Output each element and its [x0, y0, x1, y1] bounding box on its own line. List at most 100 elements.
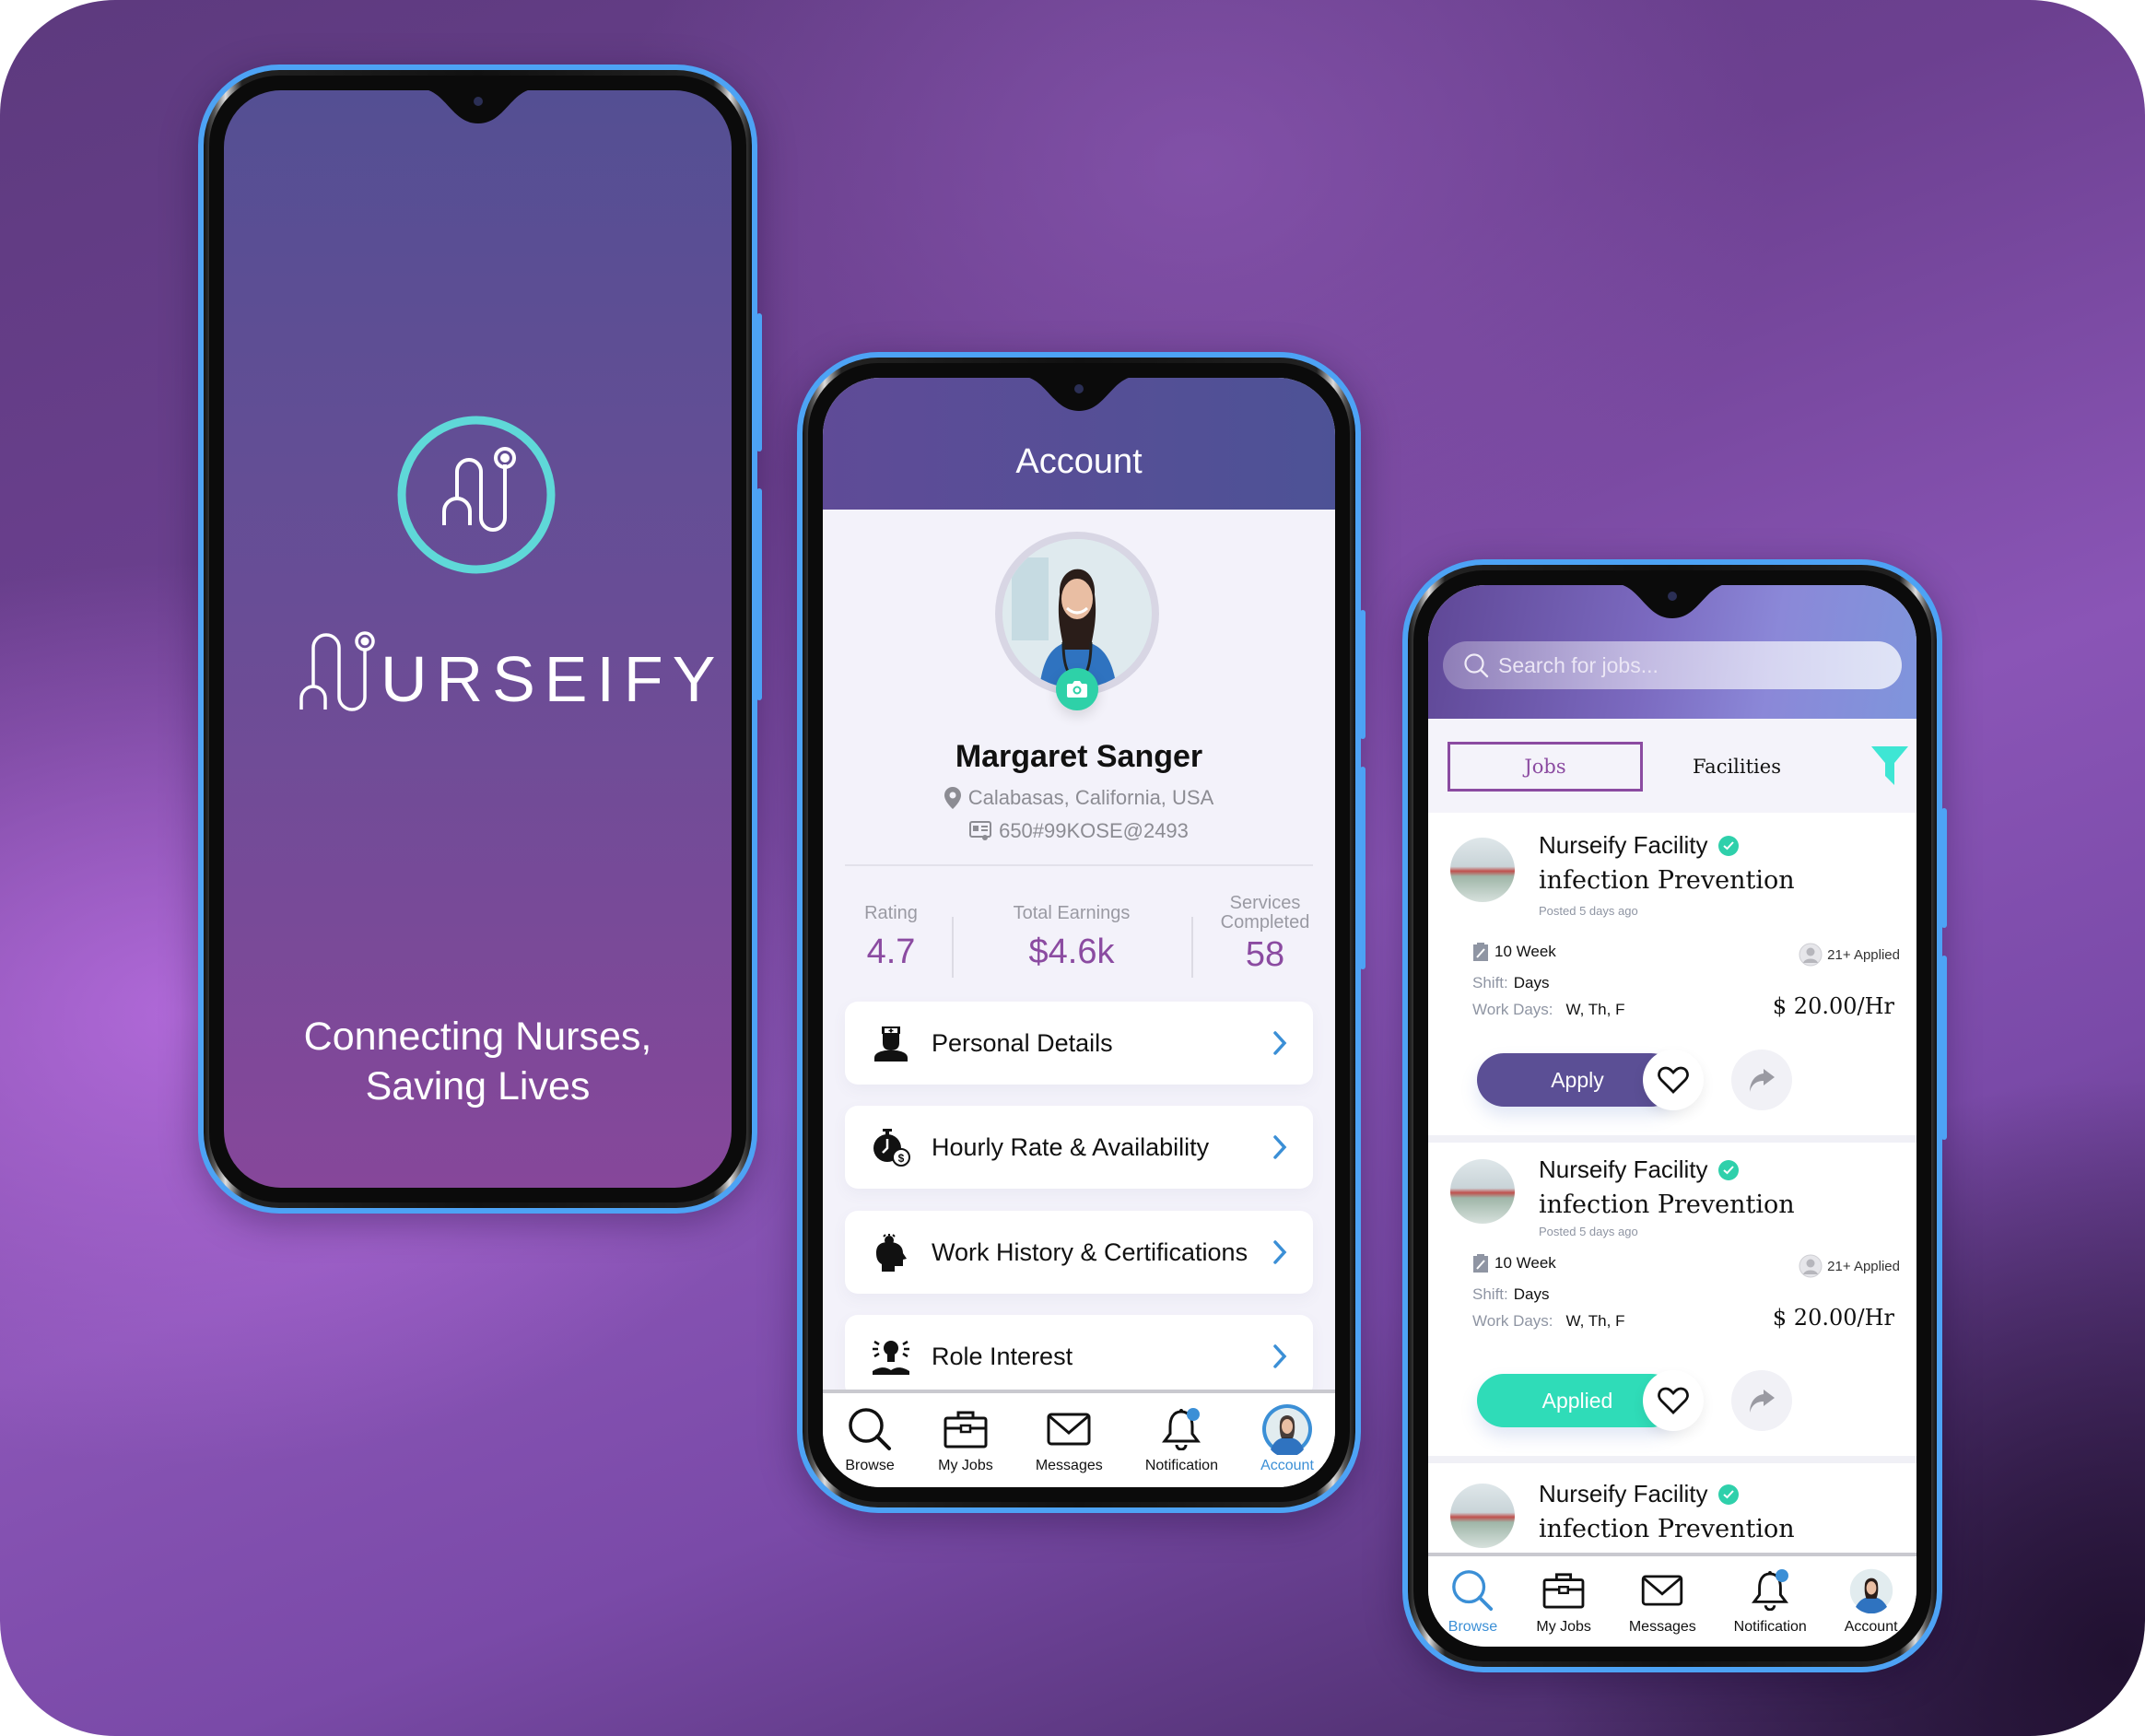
bottom-nav: Browse My Jobs Messages Notification Acc… [823, 1390, 1335, 1487]
job-title: infection Prevention [1539, 866, 1795, 895]
tab-bar: Jobs Facilities [1428, 719, 1916, 818]
chevron-right-icon [1273, 1135, 1287, 1159]
nav-label: My Jobs [1536, 1619, 1591, 1635]
menu-role-interest[interactable]: Role Interest [845, 1315, 1313, 1398]
chevron-right-icon [1273, 1344, 1287, 1368]
favorite-button[interactable] [1643, 1050, 1704, 1110]
stat-value: 58 [1245, 935, 1285, 974]
job-work-days: Work Days: W, Th, F [1472, 1312, 1625, 1330]
nav-label: Account [1260, 1458, 1314, 1473]
phone-jobs: Search for jobs... Jobs Facilities Nurse… [1402, 559, 1947, 1672]
tab-facilities[interactable]: Facilities [1659, 742, 1815, 792]
facility-name: Nurseify Facility [1539, 831, 1740, 860]
side-button [756, 313, 762, 452]
side-button [756, 488, 762, 700]
nav-label: Notification [1733, 1619, 1807, 1635]
nav-browse[interactable]: Browse [844, 1406, 896, 1474]
side-button [1941, 956, 1947, 1140]
facility-image [1450, 1159, 1515, 1224]
stat-rating: Rating 4.7 [845, 904, 937, 972]
share-button[interactable] [1731, 1370, 1792, 1431]
jobs-screen: Search for jobs... Jobs Facilities Nurse… [1428, 585, 1916, 1647]
nav-label: Notification [1144, 1458, 1218, 1473]
camera-notch [1028, 378, 1130, 411]
nav-browse[interactable]: Browse [1447, 1567, 1498, 1636]
nav-account[interactable]: Account [1845, 1567, 1898, 1636]
job-rate: $ 20.00/Hr [1772, 1305, 1894, 1331]
job-title: infection Prevention [1539, 1191, 1795, 1219]
head-gear-icon [876, 1234, 907, 1272]
posted-time: Posted 5 days ago [1539, 904, 1638, 918]
clipboard-icon [1473, 943, 1488, 961]
menu-work-history[interactable]: Work History & Certifications [845, 1211, 1313, 1294]
tagline: Connecting Nurses, Saving Lives [224, 1012, 732, 1111]
nav-label: Browse [845, 1458, 895, 1473]
search-input[interactable]: Search for jobs... [1443, 641, 1902, 689]
job-shift: Shift: Days [1472, 974, 1550, 991]
stat-label: Total Earnings [1013, 903, 1131, 923]
profile-name: Margaret Sanger [955, 739, 1203, 774]
divider [1428, 1456, 1916, 1463]
search-placeholder: Search for jobs... [1498, 652, 1659, 677]
brand-name: URSEIFY [381, 643, 725, 715]
stopwatch-dollar-icon: $ [873, 1129, 910, 1167]
facility-name: Nurseify Facility [1539, 1155, 1740, 1184]
side-button [1360, 767, 1366, 969]
nav-account[interactable]: Account [1260, 1404, 1314, 1474]
user-icon [1799, 943, 1823, 967]
side-button [1941, 808, 1947, 928]
profile-location: Calabasas, California, USA [823, 786, 1335, 810]
nav-messages[interactable]: Messages [1036, 1406, 1103, 1474]
camera-icon [1067, 681, 1087, 698]
tagline-line1: Connecting Nurses, [303, 1015, 652, 1059]
favorite-button[interactable] [1643, 1370, 1704, 1431]
tab-jobs[interactable]: Jobs [1448, 742, 1643, 792]
job-work-days: Work Days: W, Th, F [1472, 1001, 1625, 1018]
side-button [1360, 610, 1366, 739]
tagline-line2: Saving Lives [365, 1064, 591, 1108]
stethoscope-logo-icon [397, 416, 556, 574]
phone-account: Account Margaret Sanger Calabasas, Calif… [797, 352, 1366, 1513]
profile-license: 650#99KOSE@2493 [823, 819, 1335, 843]
menu-personal-details[interactable]: Personal Details [845, 1002, 1313, 1085]
job-duration: 10 Week [1472, 1253, 1556, 1273]
stat-label: Rating [864, 903, 918, 923]
facility-name: Nurseify Facility [1539, 1480, 1740, 1508]
nurse-icon [874, 1026, 908, 1062]
filter-icon[interactable] [1870, 745, 1909, 787]
heart-icon [1658, 1387, 1689, 1414]
job-card[interactable]: Nurseify Facility infection Prevention [1428, 1463, 1916, 1555]
nav-notification[interactable]: Notification [1734, 1567, 1807, 1636]
divider [1428, 1135, 1916, 1143]
share-button[interactable] [1731, 1050, 1792, 1110]
nav-label: Account [1844, 1619, 1898, 1635]
avatar-photo [1002, 539, 1152, 688]
verified-badge-icon [1718, 835, 1740, 856]
lightbulb-book-icon [873, 1340, 909, 1375]
job-card[interactable]: Nurseify Facility infection Prevention P… [1428, 813, 1916, 1135]
briefcase-icon [1542, 1573, 1585, 1609]
nav-label: Messages [1035, 1458, 1103, 1473]
job-card[interactable]: Nurseify Facility infection Prevention P… [1428, 1143, 1916, 1456]
avatar-icon [1849, 1568, 1893, 1613]
applied-count: 21+ Applied [1799, 1254, 1900, 1278]
nav-my-jobs[interactable]: My Jobs [1536, 1567, 1591, 1636]
share-icon [1750, 1069, 1775, 1092]
menu-hourly-rate[interactable]: $ Hourly Rate & Availability [845, 1106, 1313, 1189]
nav-label: Messages [1628, 1619, 1696, 1635]
stat-value: 4.7 [866, 933, 916, 971]
search-icon [1452, 1570, 1494, 1612]
nav-label: My Jobs [938, 1458, 993, 1473]
change-photo-button[interactable] [1056, 668, 1098, 710]
location-text: Calabasas, California, USA [967, 786, 1214, 809]
nav-label: Browse [1448, 1619, 1498, 1635]
verified-badge-icon [1718, 1159, 1740, 1180]
location-pin-icon [944, 787, 961, 809]
applied-count: 21+ Applied [1799, 943, 1900, 967]
menu-label: Role Interest [932, 1342, 1073, 1370]
nav-my-jobs[interactable]: My Jobs [938, 1406, 993, 1474]
nav-messages[interactable]: Messages [1629, 1567, 1696, 1636]
stat-label: Completed [1220, 912, 1310, 933]
stat-value: $4.6k [1028, 933, 1115, 971]
nav-notification[interactable]: Notification [1145, 1406, 1218, 1474]
